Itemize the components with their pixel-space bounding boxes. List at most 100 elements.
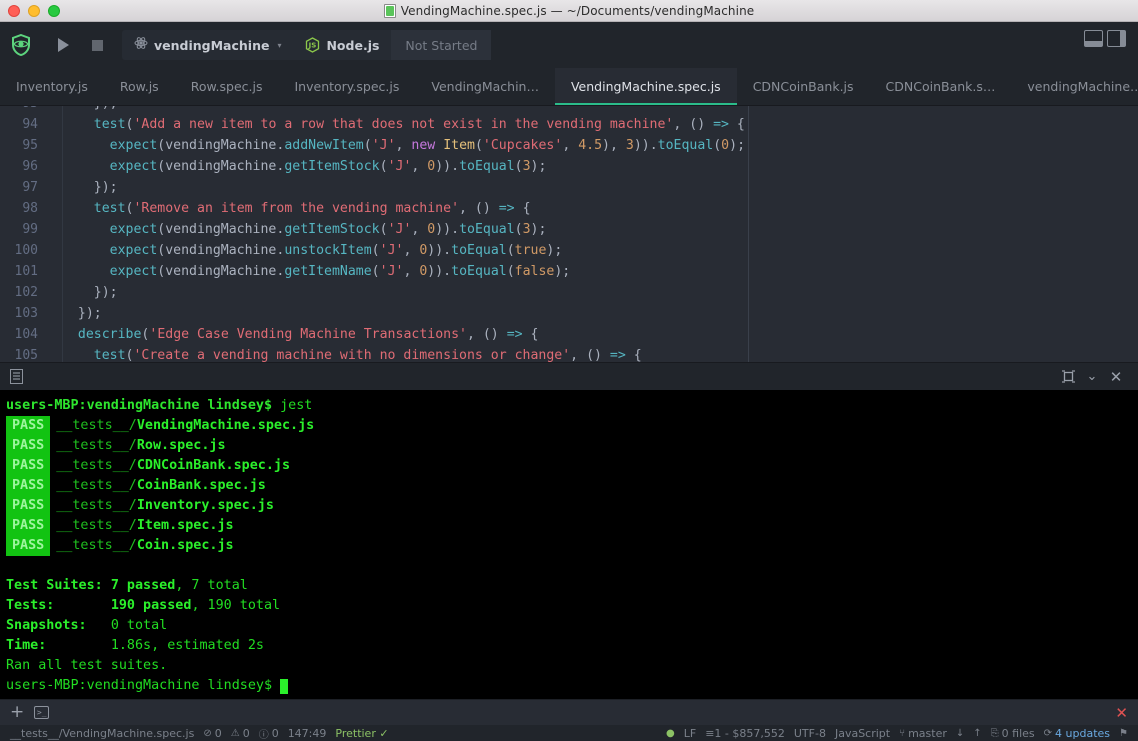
terminal-command: jest (272, 398, 313, 413)
svg-text:JS: JS (308, 42, 317, 50)
line-ending[interactable]: LF (684, 727, 696, 740)
warnings-icon: ⚠ (230, 727, 240, 739)
code-line[interactable]: 103 }); (0, 303, 1138, 324)
code-line-text[interactable]: }); (50, 106, 118, 114)
code-content[interactable]: 93 });94 test('Add a new item to a row t… (0, 106, 1138, 362)
git-pull[interactable]: ↓ (956, 728, 964, 739)
code-token: expect (109, 243, 158, 258)
code-token: , (673, 117, 690, 132)
updates[interactable]: ⟳ 4 updates (1044, 727, 1110, 740)
runtime-selector[interactable]: JS Node.js (293, 30, 391, 60)
minimize-window-button[interactable] (28, 4, 40, 17)
code-line[interactable]: 98 test('Remove an item from the vending… (0, 198, 1138, 219)
summary-label: Tests: (6, 598, 55, 613)
editor-tab[interactable]: CDNCoinBank.js (737, 68, 870, 105)
code-line-text[interactable]: expect(vendingMachine.unstockItem('J', 0… (50, 240, 563, 261)
project-selector[interactable]: vendingMachine ▾ (122, 30, 293, 60)
add-terminal-button[interactable]: + (10, 704, 24, 721)
atom-shield-icon (10, 33, 32, 57)
code-token: , (411, 159, 428, 174)
stop-button[interactable] (80, 30, 114, 60)
code-token: 'Remove an item from the vending machine… (133, 201, 460, 216)
code-line[interactable]: 93 }); (0, 106, 1138, 114)
code-line[interactable]: 94 test('Add a new item to a row that do… (0, 114, 1138, 135)
terminal-pass-row: PASS __tests__/VendingMachine.spec.js (6, 416, 1132, 436)
code-line-text[interactable]: test('Add a new item to a row that does … (50, 114, 745, 135)
editor-tab[interactable]: Row.js (104, 68, 175, 105)
code-line[interactable]: 96 expect(vendingMachine.getItemStock('J… (0, 156, 1138, 177)
code-editor[interactable]: 93 });94 test('Add a new item to a row t… (0, 106, 1138, 362)
test-file: CDNCoinBank.spec.js (136, 458, 291, 473)
terminal-prompt: users-MBP:vendingMachine lindsey$ (6, 398, 273, 413)
code-line-text[interactable]: test('Remove an item from the vending ma… (50, 198, 531, 219)
summary-pad (54, 596, 110, 616)
code-line-text[interactable]: expect(vendingMachine.getItemName('J', 0… (50, 261, 571, 282)
code-line-text[interactable]: describe('Edge Case Vending Machine Tran… (50, 324, 539, 345)
code-line[interactable]: 102 }); (0, 282, 1138, 303)
file-path[interactable]: __tests__/VendingMachine.spec.js (10, 727, 194, 740)
editor-tab[interactable]: vendingMachine… (1011, 68, 1138, 105)
code-line[interactable]: 105 test('Create a vending machine with … (0, 345, 1138, 362)
code-line-text[interactable]: }); (50, 282, 118, 303)
encoding[interactable]: UTF-8 (794, 727, 826, 740)
right-panel-icon[interactable] (1107, 30, 1126, 47)
status-bar: __tests__/VendingMachine.spec.js ⊘ 0 ⚠ 0 ⓘ 0 14… (0, 725, 1138, 741)
close-panel-button[interactable]: ✕ (1115, 704, 1128, 722)
package-icon-icon: ⚑ (1119, 727, 1128, 739)
code-line-text[interactable]: expect(vendingMachine.addNewItem('J', ne… (50, 135, 745, 156)
code-line[interactable]: 101 expect(vendingMachine.getItemName('J… (0, 261, 1138, 282)
terminal-pass-row: PASS __tests__/CoinBank.spec.js (6, 476, 1132, 496)
close-icon[interactable]: ✕ (1104, 366, 1128, 388)
nodejs-icon: JS (305, 37, 320, 53)
live-dot[interactable]: ● (666, 728, 675, 739)
editor-tab[interactable]: Inventory.spec.js (279, 68, 416, 105)
editor-tab[interactable]: VendingMachin… (415, 68, 555, 105)
code-line-text[interactable]: expect(vendingMachine.getItemStock('J', … (50, 219, 547, 240)
code-line-text[interactable]: }); (50, 177, 118, 198)
test-dir: __tests__/ (56, 438, 137, 453)
code-token: expect (109, 222, 158, 237)
grammar[interactable]: JavaScript (835, 727, 890, 740)
code-token: { (633, 348, 642, 362)
code-line[interactable]: 104 describe('Edge Case Vending Machine … (0, 324, 1138, 345)
changed-files[interactable]: ⎘ 0 files (991, 727, 1035, 740)
code-line[interactable]: 97 }); (0, 177, 1138, 198)
code-token: getItemStock (284, 222, 380, 237)
git-pull-icon: ↓ (955, 727, 965, 739)
bottom-panel-icon[interactable] (1084, 30, 1103, 47)
prettier-status[interactable]: Prettier ✓ (335, 727, 388, 740)
cursor-position[interactable]: 147:49 (288, 727, 327, 740)
code-line-text[interactable]: test('Create a vending machine with no d… (50, 345, 642, 362)
editor-tab[interactable]: Row.spec.js (175, 68, 279, 105)
indent-money[interactable]: ≡1 - $857,552 (705, 727, 785, 740)
close-window-button[interactable] (8, 4, 20, 17)
editor-tab[interactable]: CDNCoinBank.s… (870, 68, 1012, 105)
code-token: expect (109, 159, 158, 174)
terminal-output[interactable]: users-MBP:vendingMachine lindsey$ jest PA… (0, 390, 1138, 699)
info[interactable]: ⓘ 0 (259, 726, 279, 741)
editor-tab-label: Row.spec.js (190, 79, 263, 94)
code-line[interactable]: 100 expect(vendingMachine.unstockItem('J… (0, 240, 1138, 261)
warnings[interactable]: ⚠ 0 (231, 727, 250, 740)
chevron-down-icon[interactable]: ⌄ (1080, 366, 1104, 388)
test-file: Coin.spec.js (136, 538, 234, 553)
editor-tab[interactable]: Inventory.js (0, 68, 104, 105)
code-token: 'Cupcakes' (482, 138, 563, 153)
git-push[interactable]: ↑ (973, 728, 981, 739)
code-line[interactable]: 95 expect(vendingMachine.addNewItem('J',… (0, 135, 1138, 156)
code-token: expect (109, 264, 158, 279)
code-line-text[interactable]: }); (50, 303, 102, 324)
errors[interactable]: ⊘ 0 (203, 727, 221, 740)
code-line-text[interactable]: expect(vendingMachine.getItemStock('J', … (50, 156, 547, 177)
grammar-label: JavaScript (834, 726, 891, 740)
editor-tab[interactable]: VendingMachine.spec.js (554, 68, 737, 105)
code-line[interactable]: 99 expect(vendingMachine.getItemStock('J… (0, 219, 1138, 240)
zoom-window-button[interactable] (48, 4, 60, 17)
run-button[interactable] (46, 30, 80, 60)
terminal-tab-icon[interactable]: >_ (34, 706, 50, 719)
maximize-icon[interactable] (1056, 366, 1080, 388)
git-branch[interactable]: ⑂ master (899, 727, 947, 740)
code-token: expect (109, 138, 158, 153)
package-icon[interactable]: ⚑ (1119, 728, 1128, 739)
